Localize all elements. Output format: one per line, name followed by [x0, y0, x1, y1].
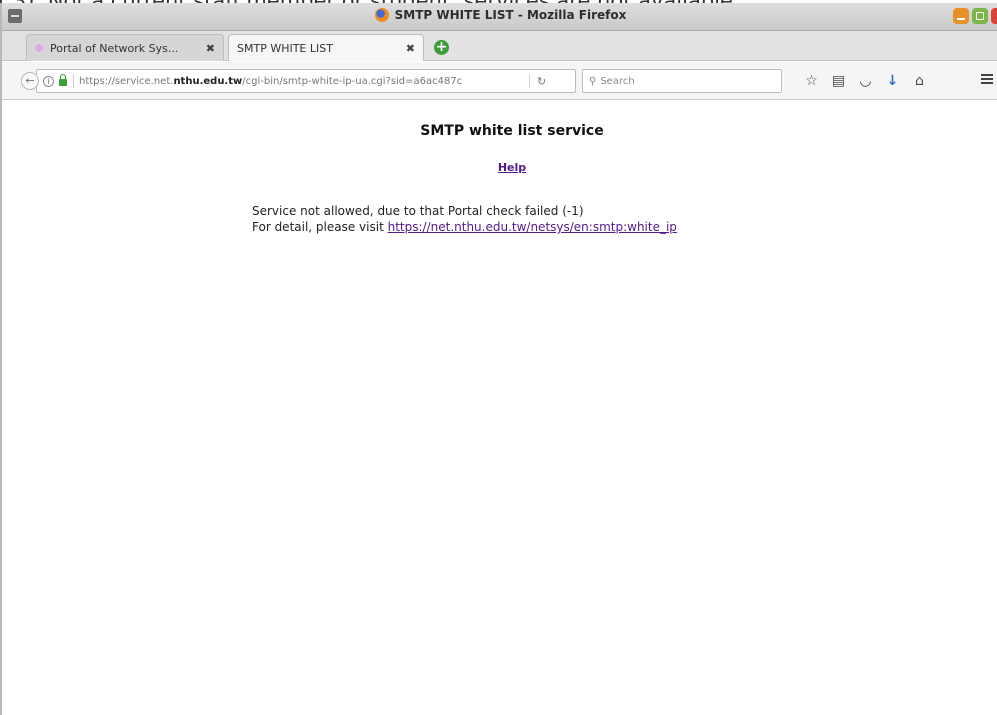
pocket-icon[interactable]: ◡: [852, 72, 879, 90]
tab-smtp-white-list[interactable]: SMTP WHITE LIST ✖: [228, 34, 424, 61]
title-bar: SMTP WHITE LIST - Mozilla Firefox: [2, 3, 997, 31]
firefox-icon: [374, 8, 389, 22]
back-arrow-icon[interactable]: ←: [21, 72, 39, 90]
url-path: /cgi-bin/smtp-white-ip-ua.cgi?sid=a6ac48…: [242, 75, 463, 87]
page-content: SMTP white list service Help Service not…: [2, 101, 997, 715]
window-controls: [953, 8, 997, 24]
search-icon: ⚲: [589, 75, 597, 87]
message-line-2: For detail, please visit https://net.nth…: [252, 219, 677, 235]
page-heading: SMTP white list service: [420, 123, 604, 139]
maximize-button[interactable]: [972, 8, 988, 24]
detail-link[interactable]: https://net.nthu.edu.tw/netsys/en:smtp:w…: [388, 220, 677, 234]
tab-title: SMTP WHITE LIST: [237, 41, 333, 55]
tab-close-icon[interactable]: ✖: [406, 42, 415, 55]
message-line-1: Service not allowed, due to that Portal …: [252, 204, 584, 218]
url-divider: [529, 74, 530, 88]
search-input[interactable]: ⚲ Search: [582, 69, 782, 93]
home-icon[interactable]: ⌂: [906, 72, 933, 90]
url-prefix: https://service.net.: [79, 75, 174, 87]
new-tab-plus-icon[interactable]: +: [434, 40, 449, 55]
browser-window: SMTP WHITE LIST - Mozilla Firefox Portal…: [0, 3, 997, 715]
close-window-button[interactable]: [991, 8, 997, 24]
tab-strip: Portal of Network Sys... ✖ SMTP WHITE LI…: [2, 31, 997, 61]
bookmark-star-icon[interactable]: ☆: [798, 72, 825, 90]
download-arrow-icon[interactable]: ↓: [879, 72, 906, 90]
reload-icon[interactable]: ↻: [537, 75, 546, 88]
tab-title: Portal of Network Sys...: [50, 41, 179, 55]
status-message: Service not allowed, due to that Portal …: [252, 203, 677, 235]
window-title: SMTP WHITE LIST - Mozilla Firefox: [394, 8, 627, 22]
help-link[interactable]: Help: [2, 161, 997, 174]
search-placeholder: Search: [600, 75, 635, 87]
lock-icon: [59, 74, 67, 86]
toolbar-icons: ☆ ▤ ◡ ↓ ⌂: [798, 72, 933, 90]
hamburger-menu-icon[interactable]: [981, 74, 993, 84]
minimize-button[interactable]: [953, 8, 969, 24]
tab-favicon-icon: [35, 44, 43, 52]
url-bar[interactable]: i https://service.net.nthu.edu.tw/cgi-bi…: [36, 69, 576, 93]
url-divider: [73, 74, 74, 88]
message-line-2-prefix: For detail, please visit: [252, 220, 388, 234]
tab-portal[interactable]: Portal of Network Sys... ✖: [26, 34, 224, 61]
site-info-icon[interactable]: i: [43, 75, 54, 87]
navigation-toolbar: i https://service.net.nthu.edu.tw/cgi-bi…: [2, 62, 997, 100]
reading-list-icon[interactable]: ▤: [825, 72, 852, 90]
url-text[interactable]: https://service.net.nthu.edu.tw/cgi-bin/…: [79, 76, 523, 87]
url-host: nthu.edu.tw: [173, 75, 243, 87]
tab-close-icon[interactable]: ✖: [206, 42, 215, 55]
